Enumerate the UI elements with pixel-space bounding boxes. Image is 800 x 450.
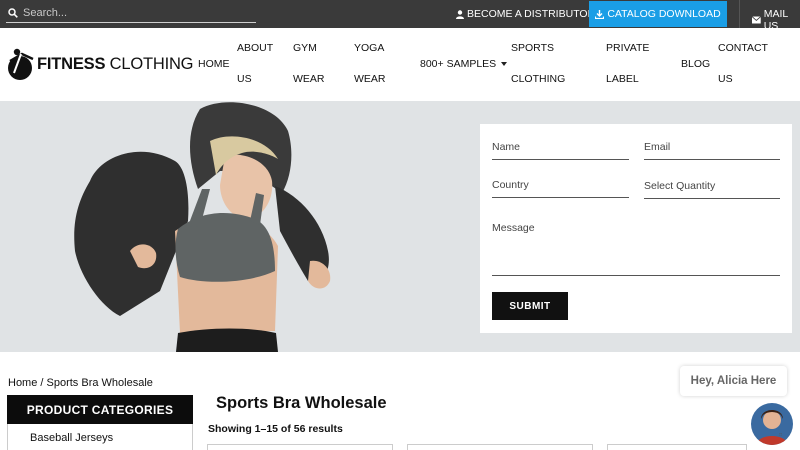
nav-samples-dropdown[interactable]: 800+ SAMPLES [420,49,508,80]
top-bar: BECOME A DISTRIBUTOR CATALOG DOWNLOAD MA… [0,0,800,32]
user-icon [456,9,464,19]
download-icon [595,9,605,19]
email-field[interactable] [644,136,780,158]
search-icon[interactable] [8,8,18,18]
search-input[interactable] [23,5,253,21]
submit-button[interactable]: SUBMIT [492,292,568,320]
nav-yoga-wear[interactable]: YOGA WEAR [354,33,386,95]
message-field-wrapper [492,216,780,276]
country-field-wrapper [492,174,629,198]
country-field[interactable] [492,174,629,196]
category-list: Baseball Jerseys [7,424,193,450]
search-box[interactable] [6,4,256,23]
become-distributor-link[interactable]: BECOME A DISTRIBUTOR [456,8,595,20]
site-logo[interactable]: FITNESS CLOTHING [6,47,194,81]
model-photo [74,102,331,352]
become-distributor-label: BECOME A DISTRIBUTOR [467,8,596,20]
avatar-image [751,403,793,445]
site-header: FITNESS CLOTHING HOME ABOUT US GYM WEAR YO… [0,28,800,100]
product-card[interactable] [207,444,393,450]
message-field[interactable] [492,216,780,272]
category-item-baseball-jerseys[interactable]: Baseball Jerseys [30,432,113,444]
nav-blog[interactable]: BLOG [681,49,710,80]
nav-gym-wear[interactable]: GYM WEAR [293,33,325,95]
nav-sports-clothing[interactable]: SPORTS CLOTHING [511,33,565,95]
chat-greeting-text: Hey, Alicia Here [690,375,777,387]
breadcrumb: Home / Sports Bra Wholesale [8,377,153,389]
nav-private-label[interactable]: PRIVATE LABEL [606,33,649,95]
catalog-download-button[interactable]: CATALOG DOWNLOAD [589,1,727,27]
breadcrumb-current: Sports Bra Wholesale [46,377,153,389]
product-categories-heading: PRODUCT CATEGORIES [7,395,193,424]
page-title: Sports Bra Wholesale [216,394,387,412]
recaptcha-badge: □ [779,432,783,438]
quantity-select-wrapper: Select Quantity [644,175,780,199]
chevron-down-icon [501,62,508,67]
email-field-wrapper [644,136,780,160]
catalog-download-label: CATALOG DOWNLOAD [607,8,721,20]
name-field[interactable] [492,136,629,158]
chat-avatar[interactable] [751,403,793,445]
nav-about-us[interactable]: ABOUT US [237,33,273,95]
product-card[interactable] [607,444,747,450]
product-card[interactable] [407,444,593,450]
quote-form: Select Quantity SUBMIT [480,124,792,333]
result-count: Showing 1–15 of 56 results [208,423,343,435]
chat-greeting-bubble[interactable]: Hey, Alicia Here [680,366,787,396]
nav-home[interactable]: HOME [198,49,230,80]
breadcrumb-separator: / [37,377,47,389]
logo-text: FITNESS CLOTHING [37,54,194,73]
nav-contact-us[interactable]: CONTACT US [718,33,768,95]
quantity-select[interactable]: Select Quantity [644,175,780,197]
topbar-divider [739,0,740,28]
hero-banner: Select Quantity SUBMIT [0,101,800,352]
mail-icon [752,16,761,24]
breadcrumb-home-link[interactable]: Home [8,377,37,389]
name-field-wrapper [492,136,629,160]
logo-icon [8,48,34,80]
